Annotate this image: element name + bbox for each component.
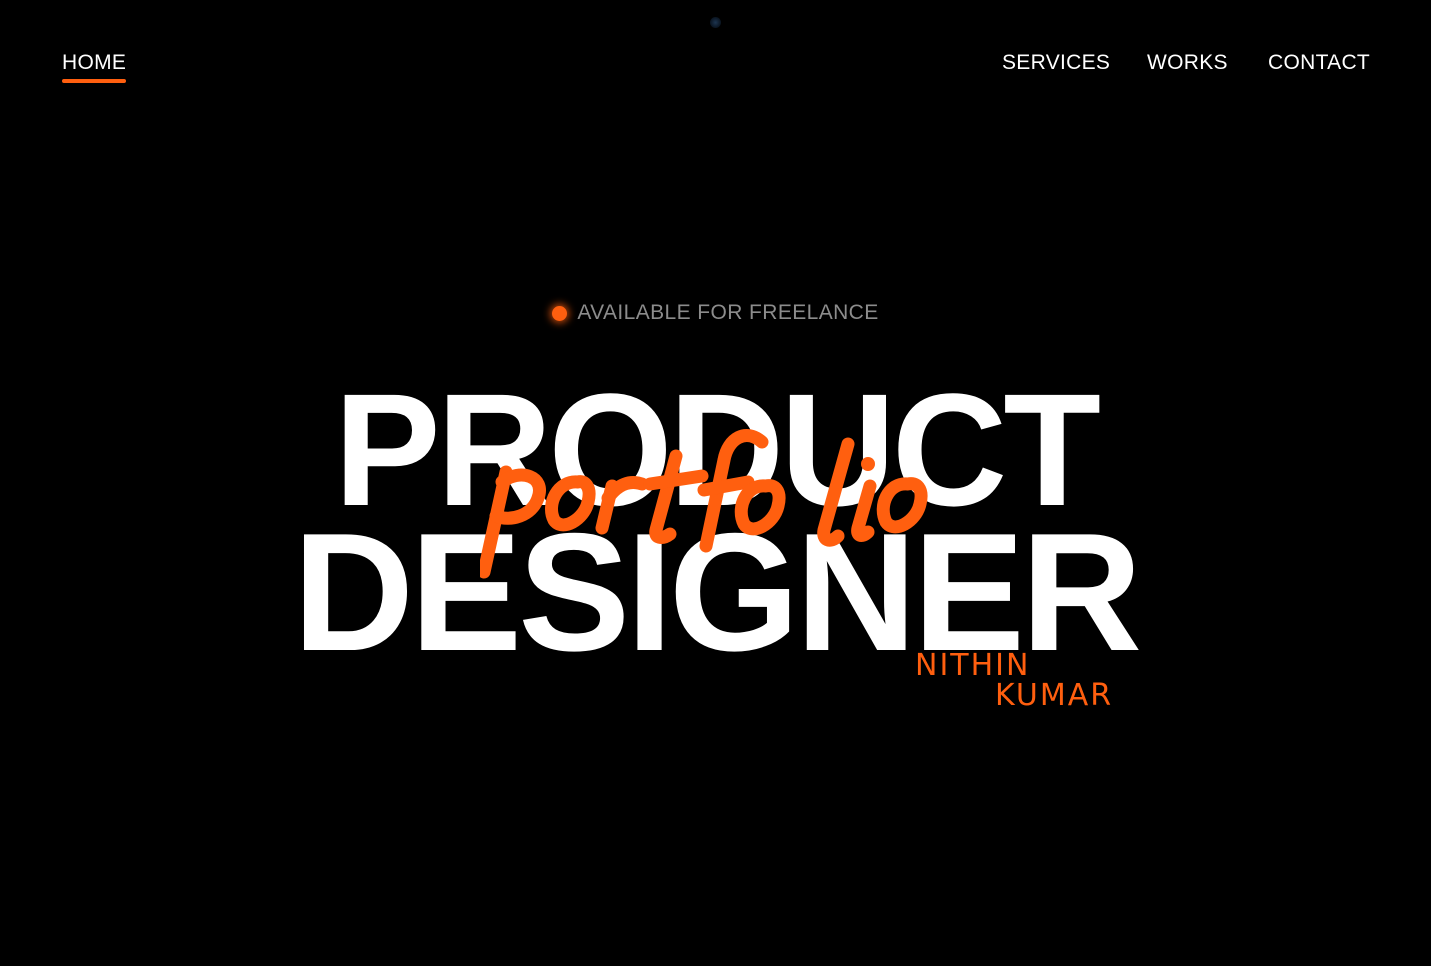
availability-text: AVAILABLE FOR FREELANCE bbox=[577, 301, 879, 324]
nav-services-link[interactable]: SERVICES bbox=[1002, 50, 1110, 76]
nav-contact-link[interactable]: CONTACT bbox=[1268, 50, 1370, 76]
portfolio-script-text bbox=[480, 429, 928, 579]
designer-first-name: NITHIN bbox=[915, 648, 1031, 683]
nav-works-link[interactable]: WORKS bbox=[1147, 50, 1228, 76]
status-dot-icon bbox=[552, 305, 568, 321]
camera-indicator-icon bbox=[710, 17, 721, 28]
designer-last-name: KUMAR bbox=[995, 678, 1114, 713]
nav-home-link[interactable]: HOME bbox=[62, 50, 127, 83]
availability-badge: AVAILABLE FOR FREELANCE bbox=[0, 301, 1431, 325]
